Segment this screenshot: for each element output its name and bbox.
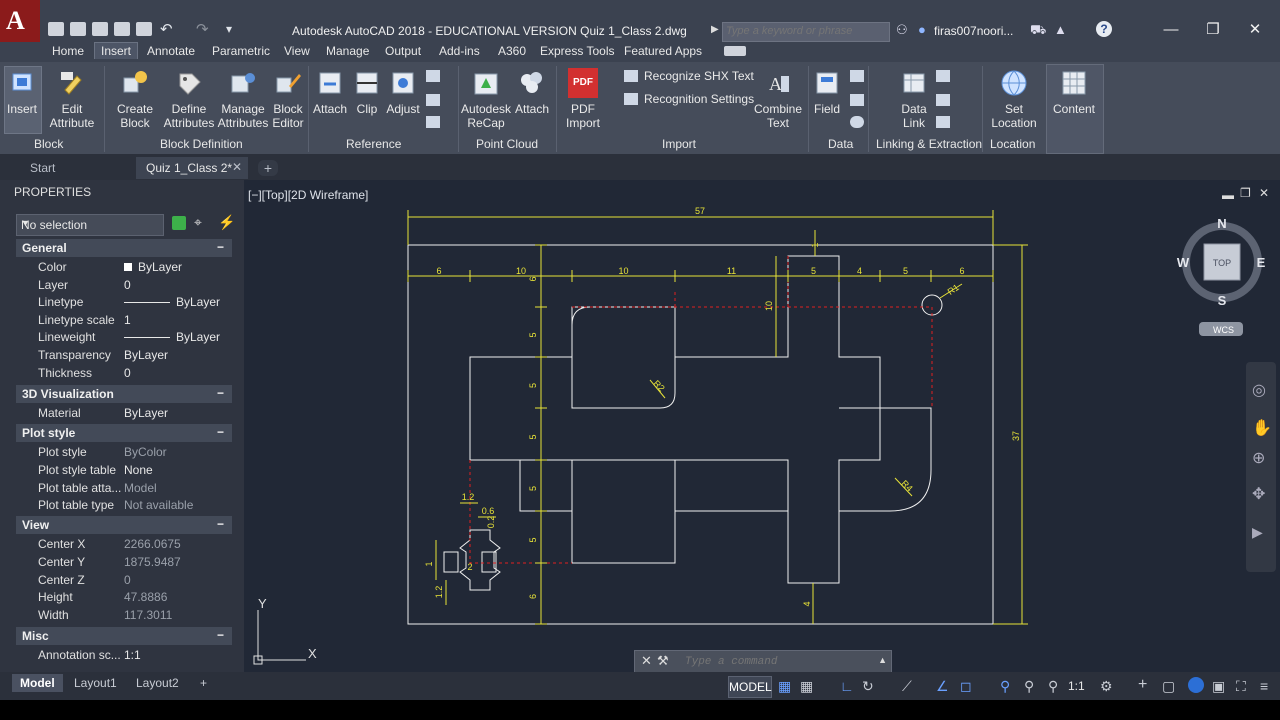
workspace-gear-icon[interactable]: ⚙ [1100, 678, 1113, 695]
wcs-label: WCS [1213, 325, 1234, 335]
new-layout-icon[interactable]: + [192, 674, 215, 692]
dimension-text[interactable]: 5 [528, 537, 538, 542]
dimension-text[interactable]: 0.6 [482, 506, 495, 516]
annotation-monitor-icon[interactable]: + [1138, 676, 1147, 694]
hidden-line-set [469, 256, 933, 564]
dimension-text[interactable]: 6 [528, 594, 538, 599]
compass-east[interactable]: E [1257, 255, 1266, 270]
hole-circle[interactable] [921, 294, 943, 316]
command-history-icon[interactable]: ▲ [878, 655, 887, 665]
dimension-text[interactable]: 6 [959, 266, 964, 276]
lower-profile[interactable] [519, 460, 788, 564]
dimension-text[interactable]: 1 [810, 242, 820, 247]
command-input[interactable] [683, 651, 887, 673]
hidden-lines [469, 256, 933, 564]
dimension-text[interactable]: 4 [802, 601, 812, 606]
auto-scale-icon[interactable]: ⚲ [1024, 678, 1034, 695]
corner-r2[interactable] [571, 306, 591, 326]
annotation-visibility-icon[interactable]: ⚲ [1000, 678, 1010, 695]
orbit-icon[interactable]: ✥ [1252, 484, 1265, 504]
dimension-text[interactable]: 11 [727, 266, 736, 276]
ucs-y-label: Y [258, 596, 267, 611]
ortho-icon[interactable]: ∟ [840, 678, 854, 694]
dimension-text[interactable]: 10 [764, 301, 774, 311]
tab-model[interactable]: Model [12, 674, 63, 692]
clean-screen-icon[interactable]: ⛶ [1236, 678, 1246, 695]
dimensions: 57376101011545665555561014R1R2R41.20.60.… [407, 206, 1028, 625]
isolate-objects-icon[interactable] [1188, 677, 1204, 693]
snap-icon[interactable]: ▦ [800, 678, 813, 695]
dimension-text[interactable]: 6 [528, 276, 538, 281]
showmotion-icon[interactable]: ▶ [1252, 524, 1263, 541]
compass-south[interactable]: S [1218, 293, 1227, 308]
annotation-scale-value[interactable]: 1:1 [1068, 679, 1085, 693]
dimension-text[interactable]: 5 [811, 266, 816, 276]
tab-layout2[interactable]: Layout2 [128, 674, 187, 692]
model-space-button[interactable]: MODEL [728, 676, 772, 698]
drawing-canvas[interactable]: 57376101011545665555561014R1R2R41.20.60.… [0, 0, 1280, 720]
customize-icon[interactable]: ⚒ [657, 653, 669, 669]
dimension-text[interactable]: 1.2 [434, 586, 444, 599]
dimension-text[interactable]: 0.2 [486, 516, 496, 529]
dimension-text[interactable]: 2 [467, 562, 472, 572]
dimension-text[interactable]: 57 [695, 206, 705, 216]
steering-wheel-icon[interactable]: ◎ [1252, 380, 1266, 400]
isodraft-icon[interactable]: ⟋ [902, 678, 912, 695]
dimension-text[interactable]: 5 [528, 383, 538, 388]
dimension-text[interactable]: 5 [528, 434, 538, 439]
viewcube[interactable]: TOP N S E W WCS [1177, 216, 1266, 336]
pan-icon[interactable]: ✋ [1252, 418, 1272, 438]
compass-north[interactable]: N [1217, 216, 1226, 231]
units-icon[interactable]: ▢ [1162, 678, 1175, 695]
viewcube-top-label: TOP [1213, 258, 1231, 268]
ucs-x-label: X [308, 646, 317, 661]
grid-icon[interactable]: ▦ [778, 678, 791, 695]
detail-left-tab[interactable] [443, 551, 459, 573]
object-snap-tracking-icon[interactable]: ∠ [936, 678, 949, 695]
annotation-scale-icon[interactable]: ⚲ [1048, 678, 1058, 695]
command-line: ✕ ⚒ ▲ [634, 650, 892, 674]
dimension-text[interactable]: 5 [903, 266, 908, 276]
dimension-text[interactable]: 4 [857, 266, 862, 276]
dimension-text[interactable]: 6 [436, 266, 441, 276]
tab-layout1[interactable]: Layout1 [66, 674, 125, 692]
dimension-text[interactable]: 10 [618, 266, 628, 276]
ucs-axes [257, 610, 306, 661]
dimension-text[interactable]: 5 [528, 332, 538, 337]
object-snap-icon[interactable]: ◻ [960, 678, 972, 695]
dimension-text[interactable]: 37 [1011, 431, 1021, 441]
dimension-text[interactable]: 5 [528, 486, 538, 491]
dimension-text[interactable]: 1.2 [462, 492, 475, 502]
polar-icon[interactable]: ↻ [862, 678, 874, 695]
customization-icon[interactable]: ≡ [1260, 678, 1268, 694]
hardware-acceleration-icon[interactable]: ▣ [1212, 678, 1225, 695]
dimension-text[interactable]: 1 [424, 561, 434, 566]
detail-part[interactable] [459, 529, 501, 591]
zoom-icon[interactable]: ⊕ [1252, 448, 1265, 468]
close-command-icon[interactable]: ✕ [641, 653, 652, 669]
bottom-strip [0, 700, 1280, 720]
dimension-text[interactable]: 10 [516, 266, 526, 276]
ucs-icon [253, 610, 306, 665]
compass-west[interactable]: W [1177, 255, 1190, 270]
geometry [407, 244, 994, 625]
